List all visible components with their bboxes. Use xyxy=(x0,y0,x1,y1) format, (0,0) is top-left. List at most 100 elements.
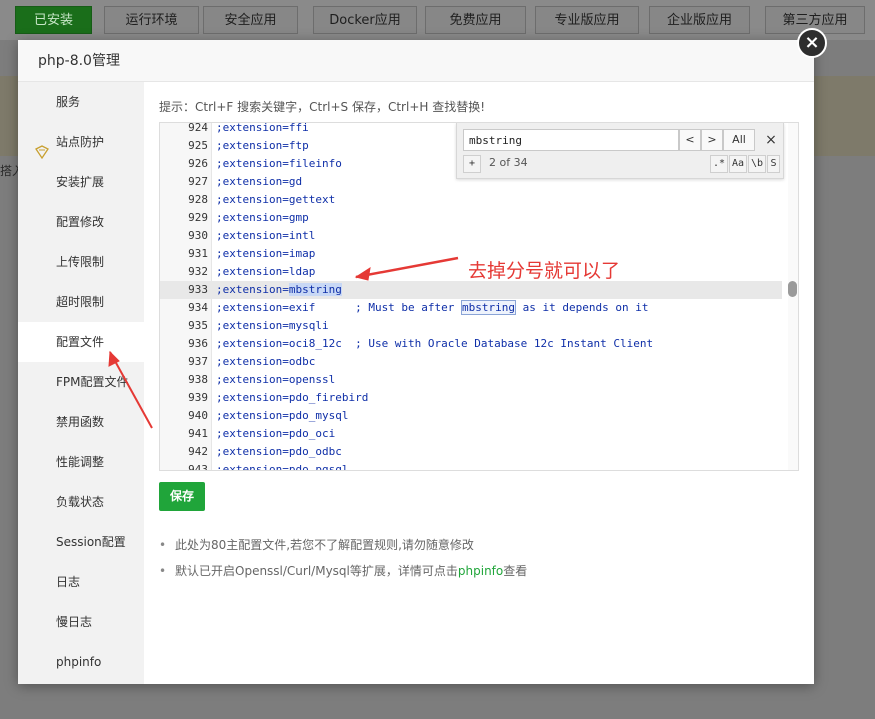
sidebar-item[interactable]: 慢日志 xyxy=(18,602,144,642)
sidebar-item-label: phpinfo xyxy=(56,655,102,669)
sidebar-item-label: 慢日志 xyxy=(56,615,93,629)
sidebar-item[interactable]: 配置修改 xyxy=(18,202,144,242)
sidebar-item[interactable]: 禁用函数 xyxy=(18,402,144,442)
sidebar-item-label: 性能调整 xyxy=(56,455,105,469)
code-segment: ;extension=pdo_mysql xyxy=(216,409,349,422)
search-input[interactable] xyxy=(463,129,679,151)
sidebar-item[interactable]: 上传限制 xyxy=(18,242,144,282)
line-number: 927 xyxy=(188,175,208,188)
sidebar-item[interactable]: 站点防护 xyxy=(18,122,144,162)
sidebar-item[interactable]: 服务 xyxy=(18,82,144,122)
shield-icon xyxy=(34,135,50,160)
line-number: 934 xyxy=(188,301,208,314)
code-segment: ;extension=ftp xyxy=(216,139,309,152)
sidebar-item-label: 负载状态 xyxy=(56,495,105,509)
sidebar-item-label: 安装扩展 xyxy=(56,175,105,189)
sidebar-item[interactable]: 配置文件 xyxy=(18,322,144,362)
code-text: ;extension=ldap xyxy=(216,263,315,281)
code-text: ;extension=gmp xyxy=(216,209,309,227)
sidebar-item-label: 配置文件 xyxy=(56,335,105,349)
line-number: 928 xyxy=(188,193,208,206)
code-segment: ;extension=gd xyxy=(216,175,303,188)
sidebar-item-label: 禁用函数 xyxy=(56,415,105,429)
sidebar-item-label: 配置修改 xyxy=(56,215,105,229)
background-tab: 安全应用 xyxy=(203,6,298,34)
code-text: ;extension=ftp xyxy=(216,137,309,155)
match-counter: 2 of 34 xyxy=(489,156,528,169)
background-tab: 企业版应用 xyxy=(649,6,750,34)
notes-list: 此处为80主配置文件,若您不了解配置规则,请勿随意修改 默认已开启Openssl… xyxy=(159,532,799,584)
code-line: 934 ;extension=exif ; Must be after mbstr… xyxy=(160,299,782,317)
sidebar-item[interactable]: 日志 xyxy=(18,562,144,602)
code-text: ;extension=mbstring xyxy=(216,281,342,299)
sidebar-item[interactable]: 安装扩展 xyxy=(18,162,144,202)
note-item: 此处为80主配置文件,若您不了解配置规则,请勿随意修改 xyxy=(159,532,799,558)
line-number: 935 xyxy=(188,319,208,332)
sidebar-item[interactable]: Session配置 xyxy=(18,522,144,562)
line-number: 939 xyxy=(188,391,208,404)
find-all-button[interactable]: All xyxy=(723,129,755,151)
sidebar-item-label: 日志 xyxy=(56,575,81,589)
dialog-title: php-8.0管理 xyxy=(18,40,814,82)
search-match: mbstring xyxy=(288,283,342,296)
config-file-panel: 提示：Ctrl+F 搜索关键字，Ctrl+S 保存，Ctrl+H 查找替换! 9… xyxy=(144,82,814,684)
code-text: ;extension=pdo_odbc xyxy=(216,443,342,461)
code-segment: ;extension=pdo_odbc xyxy=(216,445,342,458)
code-segment: ;extension=exif ; Must be after xyxy=(216,301,462,314)
code-segment: ;extension=fileinfo xyxy=(216,157,342,170)
code-text: ;extension=ffi xyxy=(216,123,309,137)
find-previous-button[interactable]: < xyxy=(679,129,701,151)
code-line: 937 ;extension=odbc xyxy=(160,353,782,371)
code-text: ;extension=gd xyxy=(216,173,302,191)
whole-word-toggle[interactable]: \b xyxy=(748,155,766,173)
code-text: ;extension=oci8_12c ; Use with Oracle Da… xyxy=(216,335,653,353)
code-editor[interactable]: 924 ;extension=ffi 925 ;extension=ftp 926 ;ex… xyxy=(159,122,799,471)
close-search-icon[interactable]: × xyxy=(763,129,779,151)
line-number: 943 xyxy=(188,463,208,471)
code-text: ;extension=fileinfo xyxy=(216,155,342,173)
background-tab: 运行环境 xyxy=(104,6,199,34)
code-line: 940 ;extension=pdo_mysql xyxy=(160,407,782,425)
line-number: 929 xyxy=(188,211,208,224)
shortcut-hint: 提示：Ctrl+F 搜索关键字，Ctrl+S 保存，Ctrl+H 查找替换! xyxy=(159,100,486,114)
background-tab: 免费应用 xyxy=(425,6,526,34)
search-panel: < > All × + 2 of 34 .* Aa \b S xyxy=(456,123,784,179)
case-sensitive-toggle[interactable]: Aa xyxy=(729,155,747,173)
line-number: 931 xyxy=(188,247,208,260)
scrollbar-thumb[interactable] xyxy=(788,281,797,297)
note-text: 默认已开启Openssl/Curl/Mysql等扩展，详情可点击 xyxy=(175,564,458,578)
background-tab: Docker应用 xyxy=(313,6,417,34)
sidebar-item[interactable]: phpinfo xyxy=(18,642,144,682)
code-segment: ;extension=intl xyxy=(216,229,316,242)
code-line: 941 ;extension=pdo_oci xyxy=(160,425,782,443)
sidebar-item-label: 服务 xyxy=(56,95,81,109)
save-button[interactable]: 保存 xyxy=(159,482,205,511)
background-tab-bar: 已安装 运行环境 安全应用 Docker应用 免费应用 专业版应用 企业版应用 第三方应用 xyxy=(0,0,875,40)
code-text: ;extension=intl xyxy=(216,227,315,245)
code-line: 929 ;extension=gmp xyxy=(160,209,782,227)
code-segment: as it depends on it xyxy=(516,301,649,314)
find-next-button[interactable]: > xyxy=(701,129,723,151)
sidebar: 服务站点防护安装扩展配置修改上传限制超时限制配置文件 FPM配置文件禁用函数性能调… xyxy=(18,82,144,684)
code-line: 942 ;extension=pdo_odbc xyxy=(160,443,782,461)
line-number: 932 xyxy=(188,265,208,278)
scrollbar[interactable] xyxy=(788,123,798,470)
sidebar-item[interactable]: FPM配置文件 xyxy=(18,362,144,402)
line-number: 933 xyxy=(188,283,208,296)
annotation-text: 去掉分号就可以了 xyxy=(468,260,621,282)
sidebar-item[interactable]: 负载状态 xyxy=(18,482,144,522)
code-segment: ;extension=odbc xyxy=(216,355,316,368)
line-number: 925 xyxy=(188,139,208,152)
sidebar-item[interactable]: 超时限制 xyxy=(18,282,144,322)
sidebar-item[interactable]: 性能调整 xyxy=(18,442,144,482)
sidebar-item-label: 超时限制 xyxy=(56,295,105,309)
line-number: 942 xyxy=(188,445,208,458)
search-in-selection-toggle[interactable]: S xyxy=(767,155,780,173)
close-dialog-button[interactable]: × xyxy=(797,28,827,58)
regex-toggle[interactable]: .* xyxy=(710,155,728,173)
code-text: ;extension=openssl xyxy=(216,371,335,389)
code-segment: ;extension=gettext xyxy=(216,193,336,206)
phpinfo-link[interactable]: phpinfo xyxy=(458,564,503,578)
code-segment: ;extension=pdo_pgsql xyxy=(216,463,349,471)
toggle-replace-button[interactable]: + xyxy=(463,155,481,173)
